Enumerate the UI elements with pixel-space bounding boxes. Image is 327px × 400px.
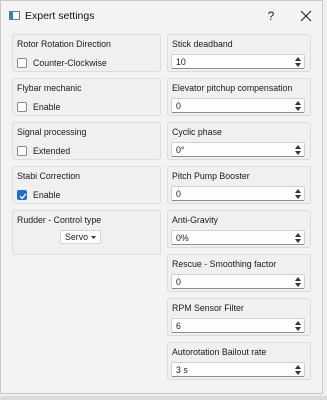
close-button[interactable] [292, 5, 318, 27]
group-pitch-pump-booster: Pitch Pump Booster 0 [167, 166, 311, 204]
screen-bottom-edge [0, 396, 327, 400]
group-title: Autorotation Bailout rate [172, 347, 267, 357]
window-app-icon [9, 11, 20, 20]
group-signal-processing: Signal processing Extended [12, 122, 161, 160]
autorotation-bailout-spinbox[interactable]: 3 s [171, 362, 305, 377]
spinbox-value: 0 [176, 277, 181, 287]
spin-down-arrow-icon[interactable] [295, 371, 301, 375]
group-title: Anti-Gravity [172, 215, 218, 225]
rudder-control-type-select[interactable]: Servo [60, 230, 101, 244]
spin-up-arrow-icon[interactable] [295, 57, 301, 61]
spinbox-value: 0 [176, 101, 181, 111]
group-title: Flybar mechanic [17, 83, 82, 93]
group-stabi-correction: Stabi Correction Enable [12, 166, 161, 204]
select-value: Servo [65, 232, 88, 242]
group-rudder-control-type: Rudder - Control type Servo [12, 210, 161, 255]
pitch-pump-booster-spinbox[interactable]: 0 [171, 186, 305, 201]
help-button[interactable]: ? [259, 5, 283, 27]
spin-up-arrow-icon[interactable] [295, 233, 301, 237]
rpm-sensor-filter-spinbox[interactable]: 6 [171, 318, 305, 333]
group-title: Elevator pitchup compensation [172, 83, 293, 93]
spin-up-arrow-icon[interactable] [295, 101, 301, 105]
expert-settings-dialog: Expert settings ? Rotor Rotation Directi… [0, 0, 323, 394]
spin-up-arrow-icon[interactable] [295, 365, 301, 369]
signal-extended-checkbox[interactable] [17, 146, 27, 156]
spin-down-arrow-icon[interactable] [295, 327, 301, 331]
checkbox-label: Extended [33, 146, 71, 156]
cyclic-phase-spinbox[interactable]: 0° [171, 142, 305, 157]
group-rpm-sensor-filter: RPM Sensor Filter 6 [167, 298, 311, 336]
spin-up-arrow-icon[interactable] [295, 189, 301, 193]
counter-clockwise-checkbox[interactable] [17, 58, 27, 68]
spin-up-arrow-icon[interactable] [295, 277, 301, 281]
spin-up-arrow-icon[interactable] [295, 145, 301, 149]
spin-down-arrow-icon[interactable] [295, 239, 301, 243]
spinbox-value: 0° [176, 145, 185, 155]
checkbox-label: Enable [33, 190, 61, 200]
dropdown-arrow-icon [91, 236, 96, 239]
group-rotor-rotation-direction: Rotor Rotation Direction Counter-Clockwi… [12, 34, 161, 72]
group-title: Cyclic phase [172, 127, 222, 137]
elevator-pitchup-spinbox[interactable]: 0 [171, 98, 305, 113]
anti-gravity-spinbox[interactable]: 0% [171, 230, 305, 245]
group-title: RPM Sensor Filter [172, 303, 244, 313]
spinbox-value: 6 [176, 321, 181, 331]
flybar-enable-checkbox[interactable] [17, 102, 27, 112]
checkbox-label: Counter-Clockwise [33, 58, 107, 68]
group-cyclic-phase: Cyclic phase 0° [167, 122, 311, 160]
spinbox-value: 3 s [176, 365, 188, 375]
spin-down-arrow-icon[interactable] [295, 195, 301, 199]
spinbox-value: 10 [176, 57, 186, 67]
group-flybar-mechanic: Flybar mechanic Enable [12, 78, 161, 116]
rescue-smoothing-spinbox[interactable]: 0 [171, 274, 305, 289]
spin-down-arrow-icon[interactable] [295, 283, 301, 287]
spinbox-value: 0% [176, 233, 189, 243]
group-elevator-pitchup-compensation: Elevator pitchup compensation 0 [167, 78, 311, 116]
stick-deadband-spinbox[interactable]: 10 [171, 54, 305, 69]
group-title: Stabi Correction [17, 171, 81, 181]
close-icon [300, 10, 312, 22]
checkmark-icon [19, 193, 27, 200]
group-title: Rotor Rotation Direction [17, 39, 111, 49]
spin-down-arrow-icon[interactable] [295, 151, 301, 155]
group-autorotation-bailout-rate: Autorotation Bailout rate 3 s [167, 342, 311, 380]
group-stick-deadband: Stick deadband 10 [167, 34, 311, 72]
spin-down-arrow-icon[interactable] [295, 63, 301, 67]
group-title: Pitch Pump Booster [172, 171, 250, 181]
group-rescue-smoothing-factor: Rescue - Smoothing factor 0 [167, 254, 311, 292]
group-title: Signal processing [17, 127, 87, 137]
stabi-enable-checkbox[interactable] [17, 190, 27, 200]
group-title: Stick deadband [172, 39, 233, 49]
spinbox-value: 0 [176, 189, 181, 199]
group-title: Rudder - Control type [17, 215, 102, 225]
spin-up-arrow-icon[interactable] [295, 321, 301, 325]
group-title: Rescue - Smoothing factor [172, 259, 277, 269]
window-title: Expert settings [25, 10, 95, 22]
title-bar[interactable]: Expert settings ? [1, 1, 322, 31]
checkbox-label: Enable [33, 102, 61, 112]
group-anti-gravity: Anti-Gravity 0% [167, 210, 311, 248]
spin-down-arrow-icon[interactable] [295, 107, 301, 111]
